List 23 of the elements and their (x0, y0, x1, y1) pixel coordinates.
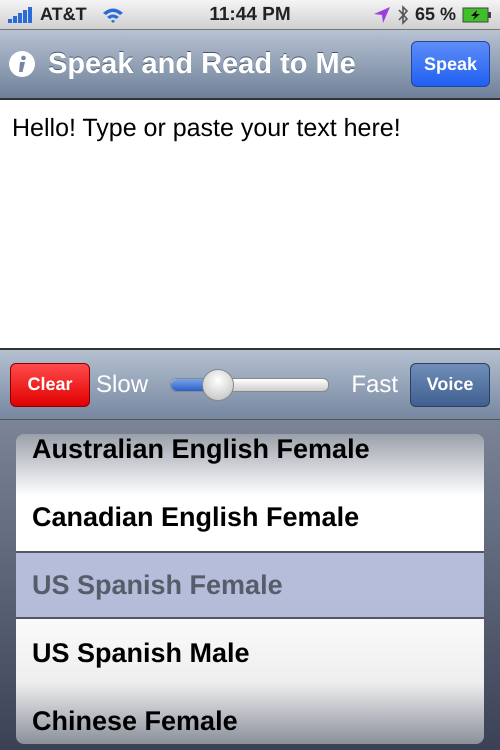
picker-item[interactable]: Australian English Female (16, 434, 484, 483)
picker-item[interactable]: Chinese Female (16, 687, 484, 744)
battery-icon (462, 6, 492, 22)
picker-item[interactable]: US Spanish Female (16, 551, 484, 619)
info-icon[interactable] (8, 50, 36, 78)
bluetooth-icon (396, 4, 409, 24)
battery-percent: 65 % (414, 4, 456, 25)
location-icon (372, 6, 391, 24)
clock-time: 11:44 PM (209, 4, 291, 26)
app-title: Speak and Read to Me (48, 48, 357, 80)
voice-picker[interactable]: Australian English Female Canadian English Female US Spanish Female US Spanish Male Chinese Female (16, 434, 484, 744)
speak-button[interactable]: Speak (410, 41, 490, 87)
wifi-icon (100, 6, 125, 24)
slow-label: Slow (96, 370, 148, 398)
picker-item[interactable]: US Spanish Male (16, 619, 484, 687)
slider-thumb[interactable] (202, 368, 234, 400)
carrier-name: AT&T (40, 4, 87, 25)
signal-icon (8, 6, 34, 22)
text-input-field[interactable]: Hello! Type or paste your text here! (0, 100, 500, 350)
fast-label: Fast (351, 370, 398, 398)
clear-button[interactable]: Clear (10, 362, 90, 406)
picker-item[interactable]: Canadian English Female (16, 483, 484, 551)
voice-button[interactable]: Voice (410, 362, 490, 406)
